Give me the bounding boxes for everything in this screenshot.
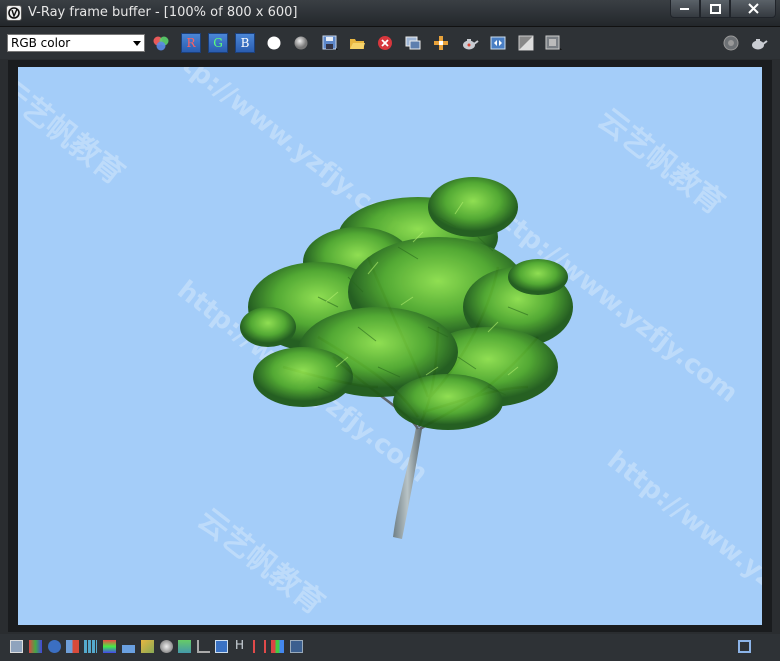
duplicate-icon [405,36,421,50]
stamp-button[interactable] [544,33,564,53]
compare-button[interactable] [516,33,536,53]
panel-icon[interactable] [10,640,23,653]
lut-icon[interactable] [103,640,116,653]
save-image-button[interactable] [320,33,340,53]
track-mouse-icon [434,36,448,50]
histogram-small-icon[interactable] [122,640,135,653]
stamp-icon [545,35,562,50]
status-toolbar: H [0,634,780,661]
exposure-icon[interactable] [178,640,191,653]
histogram-icon[interactable] [84,640,97,653]
render-region-button[interactable] [460,33,480,53]
render-icon [752,39,768,50]
maximize-button[interactable] [700,0,730,18]
alpha-button[interactable] [291,33,311,53]
chevron-down-icon [133,41,141,46]
compare-ab-icon[interactable] [160,640,173,653]
stats-icon[interactable] [66,640,79,653]
channel-select-value: RGB color [11,36,71,50]
rendered-image[interactable]: 云艺帆教育 http://www.yzfjy.com 云艺帆教育 http://… [18,67,762,625]
close-button[interactable] [730,0,776,18]
vfb-history-icon [490,36,506,50]
monochrome-button[interactable] [264,33,284,53]
teapot-icon [463,39,479,50]
blue-channel-label: B [240,36,250,50]
color-balls-button[interactable] [151,33,171,53]
minimize-icon [680,7,689,10]
load-image-button[interactable] [347,33,367,53]
levels-icon[interactable] [29,640,42,653]
render-viewport: 云艺帆教育 http://www.yzfjy.com 云艺帆教育 http://… [8,60,772,632]
green-channel-label: G [213,36,223,50]
vfb-history-button[interactable] [488,33,508,53]
icc-icon[interactable] [215,640,228,653]
gray-dot-icon [294,36,308,50]
close-icon [747,3,759,14]
window-title: V-Ray frame buffer - [100% of 800 x 600] [28,5,298,20]
compare-icon [518,35,534,51]
target-icon[interactable] [290,640,303,653]
color-balls-icon [153,36,169,51]
minimize-button[interactable] [670,0,700,18]
render-button[interactable] [749,33,769,53]
clear-icon [378,36,392,50]
bracket-icon[interactable] [253,640,266,653]
blue-channel-button[interactable]: B [235,33,255,53]
white-dot-icon [267,36,281,50]
window-icon[interactable] [738,640,751,653]
red-channel-label: R [186,36,196,50]
red-channel-button[interactable]: R [181,33,201,53]
lens-icon [723,35,739,51]
channels-icon[interactable] [271,640,284,653]
lens-effects-button[interactable] [721,33,741,53]
green-channel-button[interactable]: G [208,33,228,53]
tree-image [240,177,573,539]
duplicate-vfb-button[interactable] [403,33,423,53]
title-bar: V-Ray frame buffer - [100% of 800 x 600] [0,0,780,27]
info-icon[interactable] [48,640,61,653]
toolbar: RGB color R G B [0,27,780,59]
open-folder-icon [350,39,365,49]
vray-logo-icon [6,5,22,21]
curve-icon[interactable] [197,640,210,653]
clear-image-button[interactable] [375,33,395,53]
maximize-icon [709,3,721,14]
track-mouse-button[interactable] [431,33,451,53]
channel-select[interactable]: RGB color [7,34,145,52]
h-icon[interactable]: H [235,638,244,652]
save-icon [322,35,338,50]
gamma-icon[interactable] [141,640,154,653]
